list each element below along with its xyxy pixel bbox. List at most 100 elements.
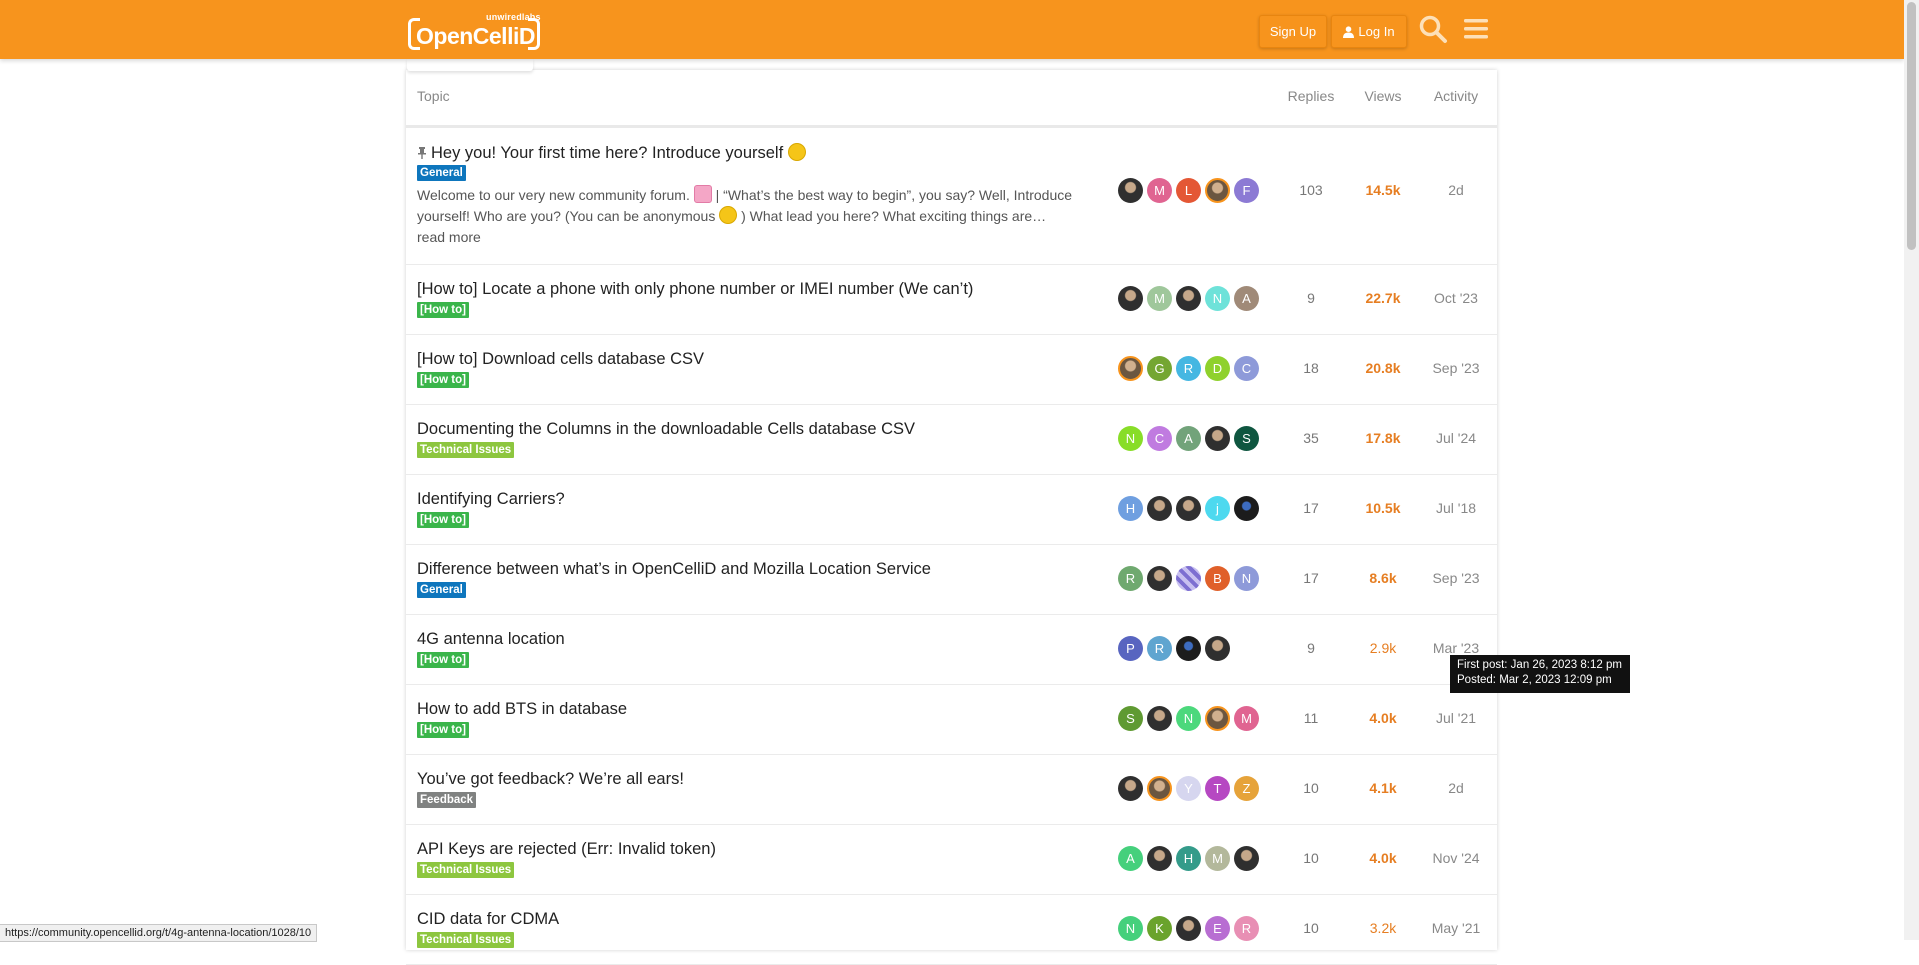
category-badge[interactable]: Technical Issues [417,932,515,948]
reply-count[interactable]: 17 [1283,570,1339,586]
avatar[interactable]: N [1118,426,1143,451]
avatar[interactable]: C [1147,426,1172,451]
signup-button[interactable]: Sign Up [1259,15,1327,48]
avatar[interactable]: T [1205,776,1230,801]
column-topic[interactable]: Topic [417,88,450,104]
activity-date[interactable]: Sep '23 [1427,570,1485,586]
avatar[interactable] [1234,496,1259,521]
avatar[interactable] [1205,426,1230,451]
avatar[interactable]: S [1234,426,1259,451]
avatar[interactable]: H [1176,846,1201,871]
avatar[interactable] [1147,496,1172,521]
search-icon[interactable] [1418,14,1448,44]
topic-row[interactable]: Documenting the Columns in the downloada… [406,404,1497,475]
avatar[interactable]: N [1118,916,1143,941]
avatar[interactable]: M [1147,178,1172,203]
read-more-link[interactable]: read more [417,229,481,245]
reply-count[interactable]: 9 [1283,290,1339,306]
avatar[interactable]: A [1234,286,1259,311]
category-badge[interactable]: General [417,165,466,181]
topic-title-link[interactable]: 4G antenna location [417,630,565,649]
avatar[interactable]: Y [1176,776,1201,801]
avatar[interactable]: G [1147,356,1172,381]
topic-title-link[interactable]: Documenting the Columns in the downloada… [417,420,915,439]
avatar[interactable] [1205,636,1230,661]
topic-title-link[interactable]: Difference between what’s in OpenCelliD … [417,560,931,579]
avatar[interactable]: L [1176,178,1201,203]
category-badge[interactable]: Feedback [417,792,477,808]
avatar[interactable]: N [1176,706,1201,731]
activity-date[interactable]: Jul '21 [1427,710,1485,726]
topic-row[interactable]: Identifying Carriers? [How to] Hj 17 10.5k Ju… [406,474,1497,545]
activity-date[interactable]: Sep '23 [1427,360,1485,376]
reply-count[interactable]: 11 [1283,710,1339,726]
avatar[interactable]: j [1205,496,1230,521]
category-badge[interactable]: [How to] [417,652,469,668]
avatar[interactable]: A [1118,846,1143,871]
topic-row[interactable]: 4G antenna location [How to] P R 9 2.9k Mar '2… [406,614,1497,685]
page-scrollbar[interactable] [1904,0,1919,940]
topic-title-link[interactable]: API Keys are rejected (Err: Invalid toke… [417,840,716,859]
topic-title-link[interactable]: [How to] Locate a phone with only phone … [417,280,973,299]
category-badge[interactable]: [How to] [417,372,469,388]
reply-count[interactable]: 10 [1283,920,1339,936]
topic-row[interactable]: [How to] Download cells database CSV [How… [406,334,1497,405]
topic-title-link[interactable]: You’ve got feedback? We’re all ears! [417,770,684,789]
column-replies[interactable]: Replies [1283,88,1339,104]
login-button[interactable]: Log In [1331,15,1407,48]
avatar[interactable]: E [1205,916,1230,941]
avatar[interactable] [1118,286,1143,311]
category-badge[interactable]: Technical Issues [417,862,515,878]
topic-row[interactable]: Difference between what’s in OpenCelliD … [406,544,1497,615]
avatar[interactable]: K [1147,916,1172,941]
avatar[interactable] [1147,566,1172,591]
activity-date[interactable]: Jul '18 [1427,500,1485,516]
avatar[interactable]: C [1234,356,1259,381]
avatar[interactable]: M [1234,706,1259,731]
category-badge[interactable]: [How to] [417,302,469,318]
reply-count[interactable]: 9 [1283,640,1339,656]
topic-row[interactable]: [How to] Locate a phone with only phone … [406,264,1497,335]
column-activity[interactable]: Activity [1427,88,1485,104]
opencellid-logo[interactable]: unwiredlabs OpenCelliD [408,10,541,50]
activity-date[interactable]: Jul '24 [1427,430,1485,446]
hamburger-menu-icon[interactable] [1461,14,1491,44]
avatar[interactable] [1176,636,1201,661]
column-views[interactable]: Views [1358,88,1408,104]
scrollbar-thumb[interactable] [1907,2,1916,250]
reply-count[interactable]: 10 [1283,780,1339,796]
category-badge[interactable]: General [417,582,466,598]
avatar[interactable]: R [1147,636,1172,661]
activity-date[interactable]: Oct '23 [1427,290,1485,306]
avatar[interactable]: D [1205,356,1230,381]
avatar[interactable]: Z [1234,776,1259,801]
topic-title-link[interactable]: How to add BTS in database [417,700,627,719]
avatar[interactable] [1205,178,1230,203]
topic-title-link[interactable]: Identifying Carriers? [417,490,565,509]
activity-date[interactable]: May '21 [1427,920,1485,936]
reply-count[interactable]: 18 [1283,360,1339,376]
avatar[interactable]: R [1234,916,1259,941]
avatar[interactable]: A [1176,426,1201,451]
avatar[interactable] [1147,776,1172,801]
avatar[interactable] [1176,566,1201,591]
avatar[interactable]: N [1234,566,1259,591]
avatar[interactable]: M [1205,846,1230,871]
avatar[interactable]: R [1176,356,1201,381]
avatar[interactable]: F [1234,178,1259,203]
topic-title-link[interactable]: CID data for CDMA [417,910,559,929]
avatar[interactable]: P [1118,636,1143,661]
reply-count[interactable]: 17 [1283,500,1339,516]
avatar[interactable]: B [1205,566,1230,591]
avatar[interactable]: R [1118,566,1143,591]
topic-row[interactable]: How to add BTS in database [How to] S N M 11 4… [406,684,1497,755]
topic-title-link[interactable]: [How to] Download cells database CSV [417,350,704,369]
category-badge[interactable]: [How to] [417,722,469,738]
topic-row[interactable]: CID data for CDMA Technical Issues N K E R 10 3… [406,894,1497,965]
avatar[interactable] [1176,286,1201,311]
avatar[interactable]: H [1118,496,1143,521]
avatar[interactable]: S [1118,706,1143,731]
category-badge[interactable]: [How to] [417,512,469,528]
topic-title-link[interactable]: Hey you! Your first time here? Introduce… [417,143,806,163]
activity-date[interactable]: 2d [1427,780,1485,796]
